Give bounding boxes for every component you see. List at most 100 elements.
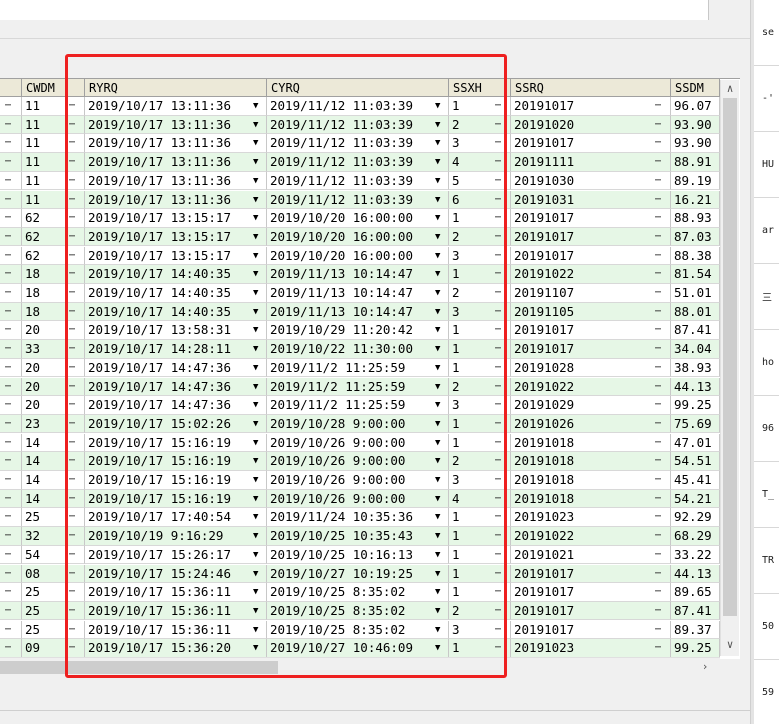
cell-cyrq[interactable]: 2019/10/25 10:35:43 ▼ bbox=[267, 527, 449, 546]
cell-ssxh[interactable]: 2 ⋯ bbox=[449, 227, 511, 247]
dropdown-icon[interactable]: ▼ bbox=[435, 565, 440, 583]
row-selector-cell[interactable]: ⋯ bbox=[0, 377, 22, 396]
cell-ryrq[interactable]: 2019/10/17 13:15:17 ▼ bbox=[85, 227, 267, 247]
cell-ryrq[interactable]: 2019/10/17 14:28:11 ▼ bbox=[85, 340, 267, 359]
cell-cwdm[interactable]: 25 ⋯ bbox=[22, 620, 85, 640]
cell-cyrq[interactable]: 2019/11/12 11:03:39 ▼ bbox=[267, 134, 449, 153]
ellipsis-icon[interactable]: ⋯ bbox=[495, 639, 501, 657]
cell-cyrq[interactable]: 2019/11/2 11:25:59 ▼ bbox=[267, 358, 449, 378]
cell-ssxh[interactable]: 1 ⋯ bbox=[449, 340, 511, 359]
dropdown-icon[interactable]: ▼ bbox=[435, 209, 440, 227]
dropdown-icon[interactable]: ▼ bbox=[435, 415, 440, 433]
cell-ssxh[interactable]: 1 ⋯ bbox=[449, 545, 511, 565]
ellipsis-icon[interactable]: ⋯ bbox=[69, 415, 75, 433]
row-selector-cell[interactable]: ⋯ bbox=[0, 508, 22, 527]
ellipsis-icon[interactable]: ⋯ bbox=[69, 527, 75, 545]
cell-ryrq[interactable]: 2019/10/17 15:02:26 ▼ bbox=[85, 414, 267, 434]
ellipsis-icon[interactable]: ⋯ bbox=[495, 471, 501, 489]
cell-ssdm[interactable]: 34.04 bbox=[671, 340, 720, 359]
dropdown-icon[interactable]: ▼ bbox=[435, 228, 440, 246]
scroll-right-icon[interactable]: › bbox=[696, 658, 714, 676]
ellipsis-icon[interactable]: ⋯ bbox=[69, 265, 75, 283]
dropdown-icon[interactable]: ▼ bbox=[253, 247, 258, 265]
row-selector-cell[interactable]: ⋯ bbox=[0, 564, 22, 583]
cell-ryrq[interactable]: 2019/10/17 13:11:36 ▼ bbox=[85, 115, 267, 135]
cell-ssdm[interactable]: 54.21 bbox=[671, 489, 720, 509]
ellipsis-icon[interactable]: ⋯ bbox=[655, 621, 661, 639]
cell-ssdm[interactable]: 92.29 bbox=[671, 508, 720, 527]
ellipsis-icon[interactable]: ⋯ bbox=[655, 565, 661, 583]
dropdown-icon[interactable]: ▼ bbox=[253, 265, 258, 283]
cell-cwdm[interactable]: 25 ⋯ bbox=[22, 583, 85, 602]
ellipsis-icon[interactable]: ⋯ bbox=[69, 303, 75, 321]
cell-ssdm[interactable]: 93.90 bbox=[671, 134, 720, 153]
cell-cyrq[interactable]: 2019/11/13 10:14:47 ▼ bbox=[267, 284, 449, 303]
cell-ssdm[interactable]: 88.91 bbox=[671, 153, 720, 172]
cell-ryrq[interactable]: 2019/10/19 9:16:29 ▼ bbox=[85, 527, 267, 546]
column-header-cyrq[interactable]: CYRQ bbox=[267, 79, 449, 97]
row-selector-cell[interactable]: ⋯ bbox=[0, 452, 22, 471]
cell-ssrq[interactable]: 20191020 ⋯ bbox=[511, 115, 671, 135]
ellipsis-icon[interactable]: ⋯ bbox=[5, 359, 11, 377]
column-header-ssxh[interactable]: SSXH bbox=[449, 79, 511, 97]
dropdown-icon[interactable]: ▼ bbox=[253, 134, 258, 152]
dropdown-icon[interactable]: ▼ bbox=[435, 191, 440, 209]
cell-ssxh[interactable]: 1 ⋯ bbox=[449, 358, 511, 378]
ellipsis-icon[interactable]: ⋯ bbox=[495, 303, 501, 321]
ellipsis-icon[interactable]: ⋯ bbox=[69, 284, 75, 302]
ellipsis-icon[interactable]: ⋯ bbox=[69, 359, 75, 377]
ellipsis-icon[interactable]: ⋯ bbox=[655, 191, 661, 209]
ellipsis-icon[interactable]: ⋯ bbox=[69, 247, 75, 265]
cell-cwdm[interactable]: 18 ⋯ bbox=[22, 284, 85, 303]
cell-ryrq[interactable]: 2019/10/17 15:16:19 ▼ bbox=[85, 433, 267, 453]
ellipsis-icon[interactable]: ⋯ bbox=[495, 116, 501, 134]
cell-cyrq[interactable]: 2019/10/28 9:00:00 ▼ bbox=[267, 414, 449, 434]
cell-ssxh[interactable]: 2 ⋯ bbox=[449, 377, 511, 396]
cell-cwdm[interactable]: 11 ⋯ bbox=[22, 190, 85, 209]
ellipsis-icon[interactable]: ⋯ bbox=[495, 396, 501, 414]
dropdown-icon[interactable]: ▼ bbox=[435, 452, 440, 470]
row-selector-cell[interactable]: ⋯ bbox=[0, 171, 22, 191]
cell-ryrq[interactable]: 2019/10/17 13:11:36 ▼ bbox=[85, 134, 267, 153]
ellipsis-icon[interactable]: ⋯ bbox=[69, 97, 75, 115]
row-selector-cell[interactable]: ⋯ bbox=[0, 358, 22, 378]
ellipsis-icon[interactable]: ⋯ bbox=[655, 172, 661, 190]
cell-ryrq[interactable]: 2019/10/17 15:36:11 ▼ bbox=[85, 583, 267, 602]
dropdown-icon[interactable]: ▼ bbox=[435, 247, 440, 265]
cell-cyrq[interactable]: 2019/10/25 10:16:13 ▼ bbox=[267, 545, 449, 565]
ellipsis-icon[interactable]: ⋯ bbox=[495, 172, 501, 190]
ellipsis-icon[interactable]: ⋯ bbox=[655, 97, 661, 115]
row-selector-cell[interactable]: ⋯ bbox=[0, 414, 22, 434]
row-selector-cell[interactable]: ⋯ bbox=[0, 190, 22, 209]
ellipsis-icon[interactable]: ⋯ bbox=[69, 434, 75, 452]
dropdown-icon[interactable]: ▼ bbox=[253, 602, 258, 620]
column-header-ryrq[interactable]: RYRQ bbox=[85, 79, 267, 97]
cell-ssrq[interactable]: 20191023 ⋯ bbox=[511, 508, 671, 527]
row-selector-cell[interactable]: ⋯ bbox=[0, 134, 22, 153]
top-text-field[interactable] bbox=[0, 0, 709, 21]
cell-cyrq[interactable]: 2019/10/25 8:35:02 ▼ bbox=[267, 620, 449, 640]
ellipsis-icon[interactable]: ⋯ bbox=[69, 340, 75, 358]
cell-ssdm[interactable]: 88.93 bbox=[671, 209, 720, 228]
cell-ssdm[interactable]: 54.51 bbox=[671, 452, 720, 471]
cell-ssrq[interactable]: 20191017 ⋯ bbox=[511, 227, 671, 247]
cell-cwdm[interactable]: 23 ⋯ bbox=[22, 414, 85, 434]
cell-ryrq[interactable]: 2019/10/17 15:16:19 ▼ bbox=[85, 452, 267, 471]
ellipsis-icon[interactable]: ⋯ bbox=[69, 490, 75, 508]
row-selector-cell[interactable]: ⋯ bbox=[0, 396, 22, 415]
row-selector-cell[interactable]: ⋯ bbox=[0, 433, 22, 453]
cell-cwdm[interactable]: 11 ⋯ bbox=[22, 115, 85, 135]
cell-ssdm[interactable]: 16.21 bbox=[671, 190, 720, 209]
ellipsis-icon[interactable]: ⋯ bbox=[655, 471, 661, 489]
dropdown-icon[interactable]: ▼ bbox=[435, 359, 440, 377]
cell-ryrq[interactable]: 2019/10/17 13:11:36 ▼ bbox=[85, 190, 267, 209]
cell-cyrq[interactable]: 2019/10/20 16:00:00 ▼ bbox=[267, 246, 449, 266]
cell-ssdm[interactable]: 88.01 bbox=[671, 302, 720, 322]
ellipsis-icon[interactable]: ⋯ bbox=[655, 134, 661, 152]
ellipsis-icon[interactable]: ⋯ bbox=[5, 321, 11, 339]
ellipsis-icon[interactable]: ⋯ bbox=[69, 396, 75, 414]
ellipsis-icon[interactable]: ⋯ bbox=[5, 134, 11, 152]
cell-cyrq[interactable]: 2019/10/20 16:00:00 ▼ bbox=[267, 209, 449, 228]
cell-cyrq[interactable]: 2019/10/25 8:35:02 ▼ bbox=[267, 601, 449, 621]
cell-cwdm[interactable]: 18 ⋯ bbox=[22, 265, 85, 284]
